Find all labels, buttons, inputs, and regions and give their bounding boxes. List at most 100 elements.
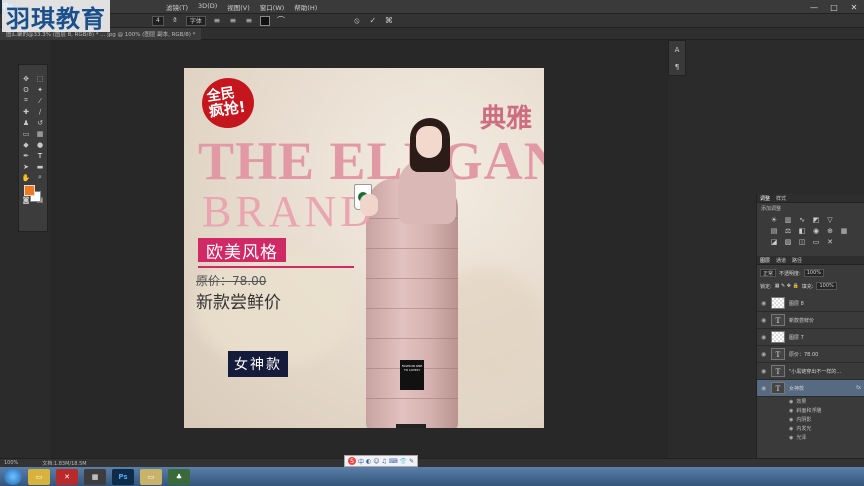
menu-help[interactable]: 帮助(H) — [294, 2, 317, 12]
invert-icon[interactable]: ◪ — [769, 238, 779, 246]
align-left-icon[interactable]: ≡ — [212, 16, 222, 26]
taskbar-app-x-icon[interactable]: ✕ — [56, 468, 78, 485]
text-color-swatch[interactable] — [259, 15, 270, 26]
eye-icon[interactable]: ◉ — [789, 399, 793, 405]
layer-row[interactable]: ◉ 图层 8 — [757, 295, 864, 312]
eye-icon[interactable]: ◉ — [761, 300, 767, 307]
healing-tool-icon[interactable]: ✚ — [20, 106, 33, 117]
curves-icon[interactable]: ∿ — [797, 216, 807, 224]
eye-icon[interactable]: ◉ — [761, 368, 767, 375]
eye-icon[interactable]: ◉ — [761, 351, 767, 358]
layer-row[interactable]: ◉ T 新款尝鲜价 — [757, 312, 864, 329]
ime-mode[interactable]: 中 — [358, 457, 364, 466]
eye-icon[interactable]: ◉ — [789, 408, 793, 414]
close-button[interactable]: ✕ — [844, 0, 864, 14]
tab-channels[interactable]: 通道 — [776, 257, 786, 264]
cancel-icon[interactable]: ⦸ — [352, 16, 362, 26]
minimize-button[interactable]: — — [804, 0, 824, 14]
brush-tool-icon[interactable]: ∕ — [34, 106, 47, 117]
menu-window[interactable]: 窗口(W) — [260, 2, 285, 12]
foreground-color-swatch[interactable] — [23, 185, 35, 196]
ime-emoji-icon[interactable]: ☺ — [373, 458, 379, 465]
effect-row[interactable]: ◉ 内发光 — [757, 424, 864, 433]
eraser-tool-icon[interactable]: ▭ — [20, 128, 33, 139]
type-tool-icon[interactable]: T — [34, 150, 47, 161]
tab-styles[interactable]: 样式 — [776, 195, 786, 202]
layer-row-selected[interactable]: ◉ T 女神款 fx — [757, 380, 864, 397]
hand-tool-icon[interactable]: ✋ — [20, 172, 33, 183]
anti-alias-icon[interactable]: ª — [170, 16, 180, 26]
taskbar-app-icon[interactable]: ▦ — [84, 468, 106, 485]
eye-icon[interactable]: ◉ — [761, 334, 767, 341]
photo-filter-icon[interactable]: ◉ — [811, 227, 821, 235]
layer-row[interactable]: ◉ T "小黑链穿出不一样的... — [757, 363, 864, 380]
stamp-tool-icon[interactable]: ♟ — [20, 117, 33, 128]
menu-3d[interactable]: 3D(D) — [198, 2, 217, 12]
ime-voice-icon[interactable]: ♫ — [382, 458, 387, 465]
color-balance-icon[interactable]: ⚖ — [783, 227, 793, 235]
effect-row[interactable]: ◉ 内阴影 — [757, 415, 864, 424]
menu-filter[interactable]: 滤镜(T) — [166, 2, 188, 12]
bw-icon[interactable]: ◧ — [797, 227, 807, 235]
dodge-tool-icon[interactable]: ● — [34, 139, 47, 150]
ime-skin-icon[interactable]: 👕 — [400, 458, 407, 465]
effects-row[interactable]: ◉ 效果 — [757, 397, 864, 406]
exposure-icon[interactable]: ◩ — [811, 216, 821, 224]
align-center-icon[interactable]: ≡ — [228, 16, 238, 26]
shape-tool-icon[interactable]: ▬ — [34, 161, 47, 172]
blend-mode-select[interactable]: 正常 — [760, 269, 777, 277]
fill-field[interactable]: 100% — [816, 282, 837, 290]
taskbar-photoshop-icon[interactable]: Ps — [112, 468, 134, 485]
blur-tool-icon[interactable]: ◆ — [20, 139, 33, 150]
document-size[interactable]: 文档:1.83M/18.5M — [42, 460, 86, 467]
color-lookup-icon[interactable]: ▦ — [839, 227, 849, 235]
threshold-icon[interactable]: ◫ — [797, 238, 807, 246]
align-right-icon[interactable]: ≡ — [244, 16, 254, 26]
effect-row[interactable]: ◉ 光泽 — [757, 433, 864, 442]
magic-wand-tool-icon[interactable]: ✦ — [34, 84, 47, 95]
marquee-tool-icon[interactable]: ⬚ — [34, 73, 47, 84]
lasso-tool-icon[interactable]: ʘ — [20, 84, 33, 95]
taskbar-explorer-icon[interactable]: ▭ — [28, 468, 50, 485]
taskbar-app-icon[interactable]: ♣ — [168, 468, 190, 485]
brightness-icon[interactable]: ☀ — [769, 216, 779, 224]
3d-icon[interactable]: ⌘ — [384, 16, 394, 26]
ime-punct-icon[interactable]: ◐ — [366, 458, 371, 465]
history-brush-tool-icon[interactable]: ↺ — [34, 117, 47, 128]
font-style-field[interactable]: 字体 — [185, 15, 206, 26]
effect-row[interactable]: ◉ 斜面和浮雕 — [757, 406, 864, 415]
eye-icon[interactable]: ◉ — [789, 426, 793, 432]
tab-paths[interactable]: 路径 — [792, 257, 802, 264]
eye-icon[interactable]: ◉ — [789, 435, 793, 441]
document-canvas[interactable]: 全民 疯抢! THE ELEGANT BRAND FASHION ONE TO … — [184, 68, 544, 428]
menu-view[interactable]: 视图(V) — [227, 2, 250, 12]
sogou-logo-icon[interactable]: S — [348, 457, 356, 465]
start-button[interactable] — [4, 468, 22, 485]
layer-row[interactable]: ◉ T 原价：78.00 — [757, 346, 864, 363]
fx-icon[interactable]: fx — [856, 385, 861, 391]
eyedropper-tool-icon[interactable]: ⁄ — [34, 95, 47, 106]
warp-text-icon[interactable]: ⌒ — [276, 16, 286, 26]
maximize-button[interactable]: □ — [824, 0, 844, 14]
zoom-tool-icon[interactable]: ⌕ — [34, 172, 47, 183]
gradient-map-icon[interactable]: ▭ — [811, 238, 821, 246]
character-panel-icon[interactable]: A — [675, 46, 680, 54]
pen-tool-icon[interactable]: ✒ — [20, 150, 33, 161]
tab-adjustments[interactable]: 调整 — [760, 195, 770, 202]
zoom-level[interactable]: 100% — [4, 460, 18, 466]
font-size-field[interactable]: 4 — [152, 15, 164, 26]
eye-icon[interactable]: ◉ — [789, 417, 793, 423]
hue-icon[interactable]: ▤ — [769, 227, 779, 235]
channel-mixer-icon[interactable]: ⊕ — [825, 227, 835, 235]
move-tool-icon[interactable]: ✥ — [20, 73, 33, 84]
posterize-icon[interactable]: ▨ — [783, 238, 793, 246]
ime-tools-icon[interactable]: ✎ — [409, 458, 414, 465]
levels-icon[interactable]: ▥ — [783, 216, 793, 224]
gradient-tool-icon[interactable]: ▦ — [34, 128, 47, 139]
selective-color-icon[interactable]: ✕ — [825, 238, 835, 246]
crop-tool-icon[interactable]: ⌗ — [20, 95, 33, 106]
commit-icon[interactable]: ✓ — [368, 16, 378, 26]
eye-icon[interactable]: ◉ — [761, 385, 767, 392]
ime-keyboard-icon[interactable]: ⌨ — [389, 458, 398, 465]
lock-icons[interactable]: ▦ ✎ ✥ 🔒 — [775, 283, 799, 289]
